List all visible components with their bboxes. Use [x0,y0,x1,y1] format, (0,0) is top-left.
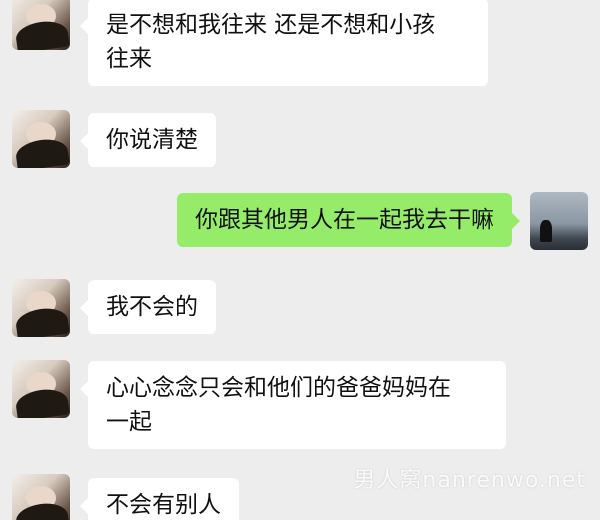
message-bubble-incoming[interactable]: 心心念念只会和他们的爸爸妈妈在 一起 [80,361,506,449]
message-bubble-outgoing[interactable]: 你跟其他男人在一起我去干嘛 [177,193,520,247]
contact-avatar[interactable] [12,0,70,50]
contact-avatar[interactable] [12,360,70,418]
contact-avatar[interactable] [12,279,70,337]
message-bubble-incoming[interactable]: 不会有别人 [80,478,239,520]
user-avatar[interactable] [530,192,588,250]
message-bubble-incoming[interactable]: 是不想和我往来 还是不想和小孩 往来 [80,0,488,86]
contact-avatar[interactable] [12,474,70,520]
chat-window: 是不想和我往来 还是不想和小孩 往来 你说清楚 你跟其他男人在一起我去干嘛 我不… [0,0,600,520]
watermark: 男人窝nanrenwo.net [353,468,586,493]
message-bubble-incoming[interactable]: 你说清楚 [80,113,216,167]
message-bubble-incoming[interactable]: 我不会的 [80,280,216,334]
contact-avatar[interactable] [12,110,70,168]
